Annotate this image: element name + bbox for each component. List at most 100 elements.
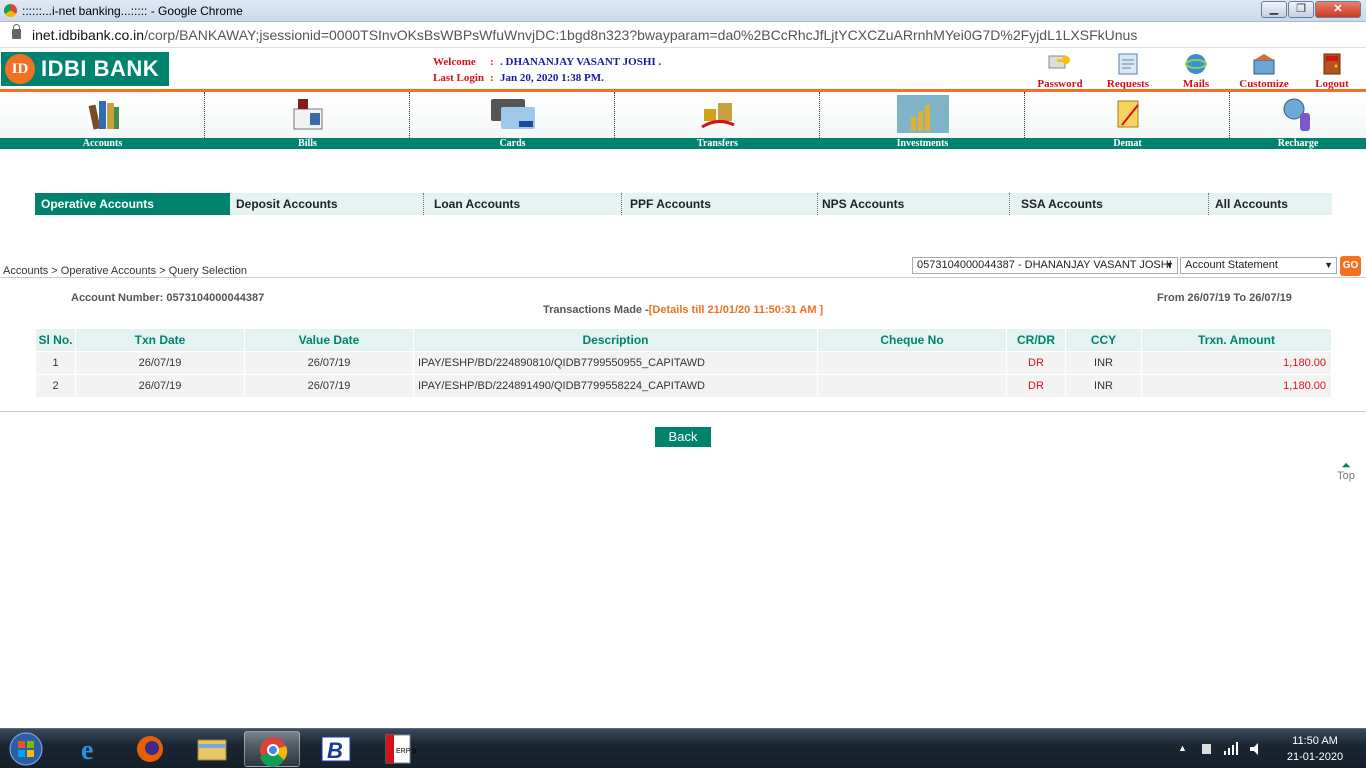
taskbar-tally[interactable]: ERP 9 (370, 731, 426, 767)
maximize-button[interactable]: ❐ (1288, 1, 1314, 18)
account-tabs: Operative Accounts Deposit Accounts Loan… (35, 193, 1332, 215)
nav-investments-label: Investments (820, 138, 1025, 149)
mails-globe-icon[interactable] (1183, 52, 1209, 76)
idbi-logo-mark-icon: ID (5, 54, 35, 84)
back-button[interactable]: Back (655, 427, 711, 447)
chrome-icon (260, 737, 288, 767)
browser-titlebar: ::::::...i-net banking...::::: - Google … (0, 0, 1366, 22)
cell-value-date: 26/07/19 (245, 375, 414, 397)
tray-icons[interactable] (1200, 741, 1270, 757)
account-select[interactable]: 0573104000044387 - DHANANJAY VASANT JOSH… (912, 257, 1178, 274)
table-row: 2 26/07/19 26/07/19 IPAY/ESHP/BD/2248914… (36, 375, 1332, 397)
idbi-logo[interactable]: ID IDBI BANK (1, 52, 169, 86)
firefox-icon (137, 736, 163, 762)
top-link-label: Top (1337, 470, 1355, 482)
window-title: ::::::...i-net banking...::::: - Google … (22, 4, 243, 18)
cell-txn-date: 26/07/19 (76, 375, 245, 397)
nav-recharge[interactable]: Recharge (1230, 92, 1366, 149)
divider (0, 411, 1366, 412)
taskbar-explorer[interactable] (184, 731, 240, 767)
table-header-row: Sl No. Txn Date Value Date Description C… (36, 329, 1332, 351)
cell-trxn-amount: 1,180.00 (1142, 352, 1332, 374)
customize-icon[interactable] (1251, 52, 1277, 76)
nav-cards[interactable]: Cards (410, 92, 615, 149)
requests-icon[interactable] (1115, 52, 1141, 76)
nav-demat-label: Demat (1025, 138, 1230, 149)
taskbar-chrome[interactable] (244, 731, 300, 767)
chrome-favicon-icon (4, 4, 17, 17)
nav-transfers[interactable]: Transfers (615, 92, 820, 149)
tray-expand-icon[interactable]: ▲ (1178, 743, 1187, 753)
statement-type-select[interactable]: Account Statement ▼ (1180, 257, 1337, 274)
logo-text: IDBI BANK (41, 56, 160, 81)
nav-demat[interactable]: Demat (1025, 92, 1230, 149)
cell-sl-no: 2 (36, 375, 76, 397)
cell-description: IPAY/ESHP/BD/224891490/QIDB7799558224_CA… (414, 375, 818, 397)
tab-ssa-accounts[interactable]: SSA Accounts (1015, 193, 1209, 215)
transfers-icon (700, 103, 735, 129)
cards-visa-icon (490, 99, 535, 129)
tab-all-accounts[interactable]: All Accounts (1209, 193, 1332, 215)
investments-icon (896, 95, 949, 133)
welcome-name: . DHANANJAY VASANT JOSHI . (500, 56, 662, 68)
cell-value-date: 26/07/19 (245, 352, 414, 374)
accounts-books-icon (88, 101, 119, 130)
close-button[interactable]: ✕ (1315, 1, 1361, 18)
cell-description: IPAY/ESHP/BD/224890810/QIDB7799550955_CA… (414, 352, 818, 374)
divider (0, 277, 1366, 278)
nav-investments[interactable]: Investments (820, 92, 1025, 149)
col-ccy: CCY (1066, 329, 1142, 351)
transactions-detail: [Details till 21/01/20 11:50:31 AM ] (648, 304, 824, 316)
minimize-button[interactable]: ▁ (1261, 1, 1287, 18)
col-txn-date: Txn Date (76, 329, 245, 351)
password-key-icon[interactable] (1047, 52, 1073, 76)
last-login-label: Last Login (433, 72, 485, 84)
start-button-icon[interactable] (6, 732, 46, 766)
table-row: 1 26/07/19 26/07/19 IPAY/ESHP/BD/2248908… (36, 352, 1332, 374)
cell-cheque-no (818, 375, 1007, 397)
welcome-sep: : (490, 56, 494, 68)
cell-sl-no: 1 (36, 352, 76, 374)
clock-date: 21-01-2020 (1286, 751, 1344, 763)
taskbar-ie[interactable]: e (64, 731, 120, 767)
top-link[interactable]: ⏶ Top (1334, 458, 1358, 482)
col-trxn-amount: Trxn. Amount (1142, 329, 1332, 351)
taskbar-firefox[interactable] (122, 731, 178, 767)
taskbar-clock[interactable]: 11:50 AM 21-01-2020 (1270, 733, 1360, 765)
up-arrow-icon: ⏶ (1341, 458, 1351, 472)
cell-cr-dr: DR (1007, 375, 1066, 397)
svg-text:e: e (81, 735, 93, 766)
last-login-sep: : (490, 72, 494, 84)
breadcrumb: Accounts > Operative Accounts > Query Se… (3, 265, 247, 277)
address-bar[interactable]: inet.idbibank.co.in/corp/BANKAWAY;jsessi… (0, 22, 1366, 48)
lock-icon (12, 24, 21, 39)
transactions-made: Transactions Made -[Details till 21/01/2… (543, 304, 824, 316)
last-login-value: Jan 20, 2020 1:38 PM. (500, 72, 604, 84)
go-button[interactable]: GO (1340, 256, 1361, 276)
nav-bills[interactable]: Bills (205, 92, 410, 149)
nav-accounts[interactable]: Accounts (0, 92, 205, 149)
tab-deposit-accounts[interactable]: Deposit Accounts (230, 193, 424, 215)
demat-icon (1117, 100, 1139, 128)
tab-operative-accounts[interactable]: Operative Accounts (35, 193, 230, 215)
windows-taskbar: e B ERP 9 ▲ (0, 728, 1366, 768)
cell-cheque-no (818, 352, 1007, 374)
nav-recharge-label: Recharge (1230, 138, 1366, 149)
tab-loan-accounts[interactable]: Loan Accounts (428, 193, 622, 215)
col-description: Description (414, 329, 818, 351)
ie-icon: e (81, 735, 93, 766)
recharge-phone-icon (1283, 98, 1310, 131)
url-text[interactable]: inet.idbibank.co.in/corp/BANKAWAY;jsessi… (32, 27, 1137, 43)
tab-nps-accounts[interactable]: NPS Accounts (816, 193, 1010, 215)
svg-text:ERP 9: ERP 9 (396, 748, 416, 755)
tab-ppf-accounts[interactable]: PPF Accounts (624, 193, 818, 215)
nav-accounts-label: Accounts (0, 138, 205, 149)
cell-trxn-amount: 1,180.00 (1142, 375, 1332, 397)
nav-cards-label: Cards (410, 138, 615, 149)
nav-transfers-label: Transfers (615, 138, 820, 149)
taskbar-busy[interactable]: B (308, 731, 364, 767)
main-nav: Accounts Bills Cards Transfers Investmen… (0, 92, 1366, 149)
logout-exit-icon[interactable] (1319, 52, 1345, 76)
welcome-label: Welcome (433, 56, 476, 68)
clock-time: 11:50 AM (1292, 735, 1338, 747)
